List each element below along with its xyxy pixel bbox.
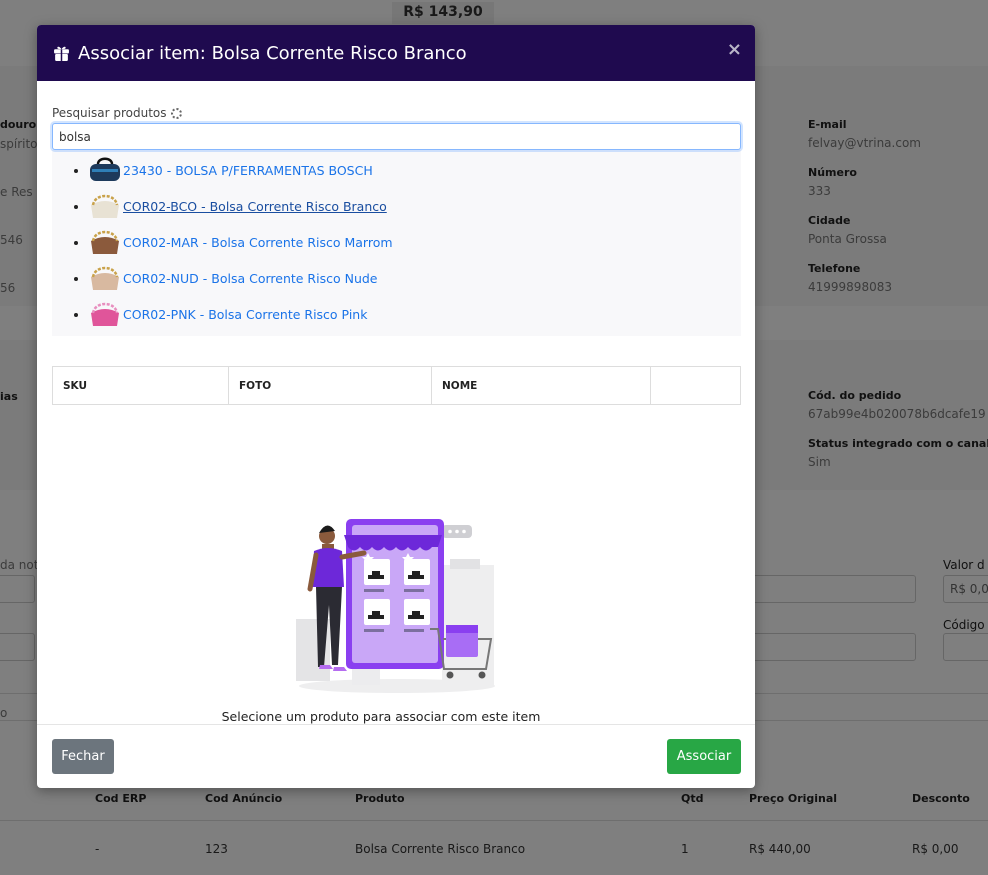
associate-item-modal: Associar item: Bolsa Corrente Risco Bran… — [37, 25, 755, 788]
modal-header: Associar item: Bolsa Corrente Risco Bran… — [37, 25, 755, 81]
search-label-text: Pesquisar produtos — [52, 106, 167, 120]
th-actions — [650, 366, 741, 405]
pink-bag-thumbnail-icon — [91, 302, 119, 326]
result-item[interactable]: 23430 - BOLSA P/FERRAMENTAS BOSCH — [72, 152, 741, 188]
th-nome: NOME — [431, 366, 651, 405]
search-results: 23430 - BOLSA P/FERRAMENTAS BOSCH COR02-… — [52, 150, 741, 336]
white-bag-thumbnail-icon — [91, 194, 119, 218]
search-label: Pesquisar produtos — [52, 106, 740, 120]
tool-bag-thumbnail-icon — [90, 157, 120, 181]
table-header-row: SKU FOTO NOME — [52, 366, 741, 405]
result-item[interactable]: COR02-PNK - Bolsa Corrente Risco Pink — [72, 296, 741, 332]
empty-state-message: Selecione um produto para associar com e… — [221, 709, 541, 724]
selected-products-table: SKU FOTO NOME — [52, 366, 741, 405]
result-item[interactable]: COR02-MAR - Bolsa Corrente Risco Marrom — [72, 224, 741, 260]
brown-bag-thumbnail-icon — [91, 230, 119, 254]
result-item[interactable]: COR02-BCO - Bolsa Corrente Risco Branco — [72, 188, 741, 224]
modal-title: Associar item: Bolsa Corrente Risco Bran… — [53, 43, 467, 64]
result-link-selected[interactable]: COR02-BCO - Bolsa Corrente Risco Branco — [123, 199, 387, 214]
th-sku: SKU — [52, 366, 229, 405]
gift-icon — [54, 46, 69, 61]
modal-body: Pesquisar produtos 23430 - BOLSA P/FERRA… — [37, 81, 755, 724]
loading-spinner-icon — [170, 107, 182, 119]
modal-title-text: Associar item: Bolsa Corrente Risco Bran… — [78, 42, 467, 64]
close-button[interactable]: Fechar — [52, 739, 114, 774]
result-link[interactable]: COR02-PNK - Bolsa Corrente Risco Pink — [123, 307, 367, 322]
result-link[interactable]: 23430 - BOLSA P/FERRAMENTAS BOSCH — [123, 163, 373, 178]
close-icon[interactable]: × — [727, 39, 742, 60]
nude-bag-thumbnail-icon — [91, 266, 119, 290]
result-link[interactable]: COR02-NUD - Bolsa Corrente Risco Nude — [123, 271, 378, 286]
th-foto: FOTO — [228, 366, 432, 405]
online-store-illustration-icon — [296, 519, 495, 693]
results-list: 23430 - BOLSA P/FERRAMENTAS BOSCH COR02-… — [52, 152, 741, 332]
result-link[interactable]: COR02-MAR - Bolsa Corrente Risco Marrom — [123, 235, 393, 250]
associate-button[interactable]: Associar — [667, 739, 741, 774]
result-item[interactable]: COR02-NUD - Bolsa Corrente Risco Nude — [72, 260, 741, 296]
modal-footer: Fechar Associar — [37, 724, 755, 788]
product-search-input[interactable] — [52, 123, 741, 150]
